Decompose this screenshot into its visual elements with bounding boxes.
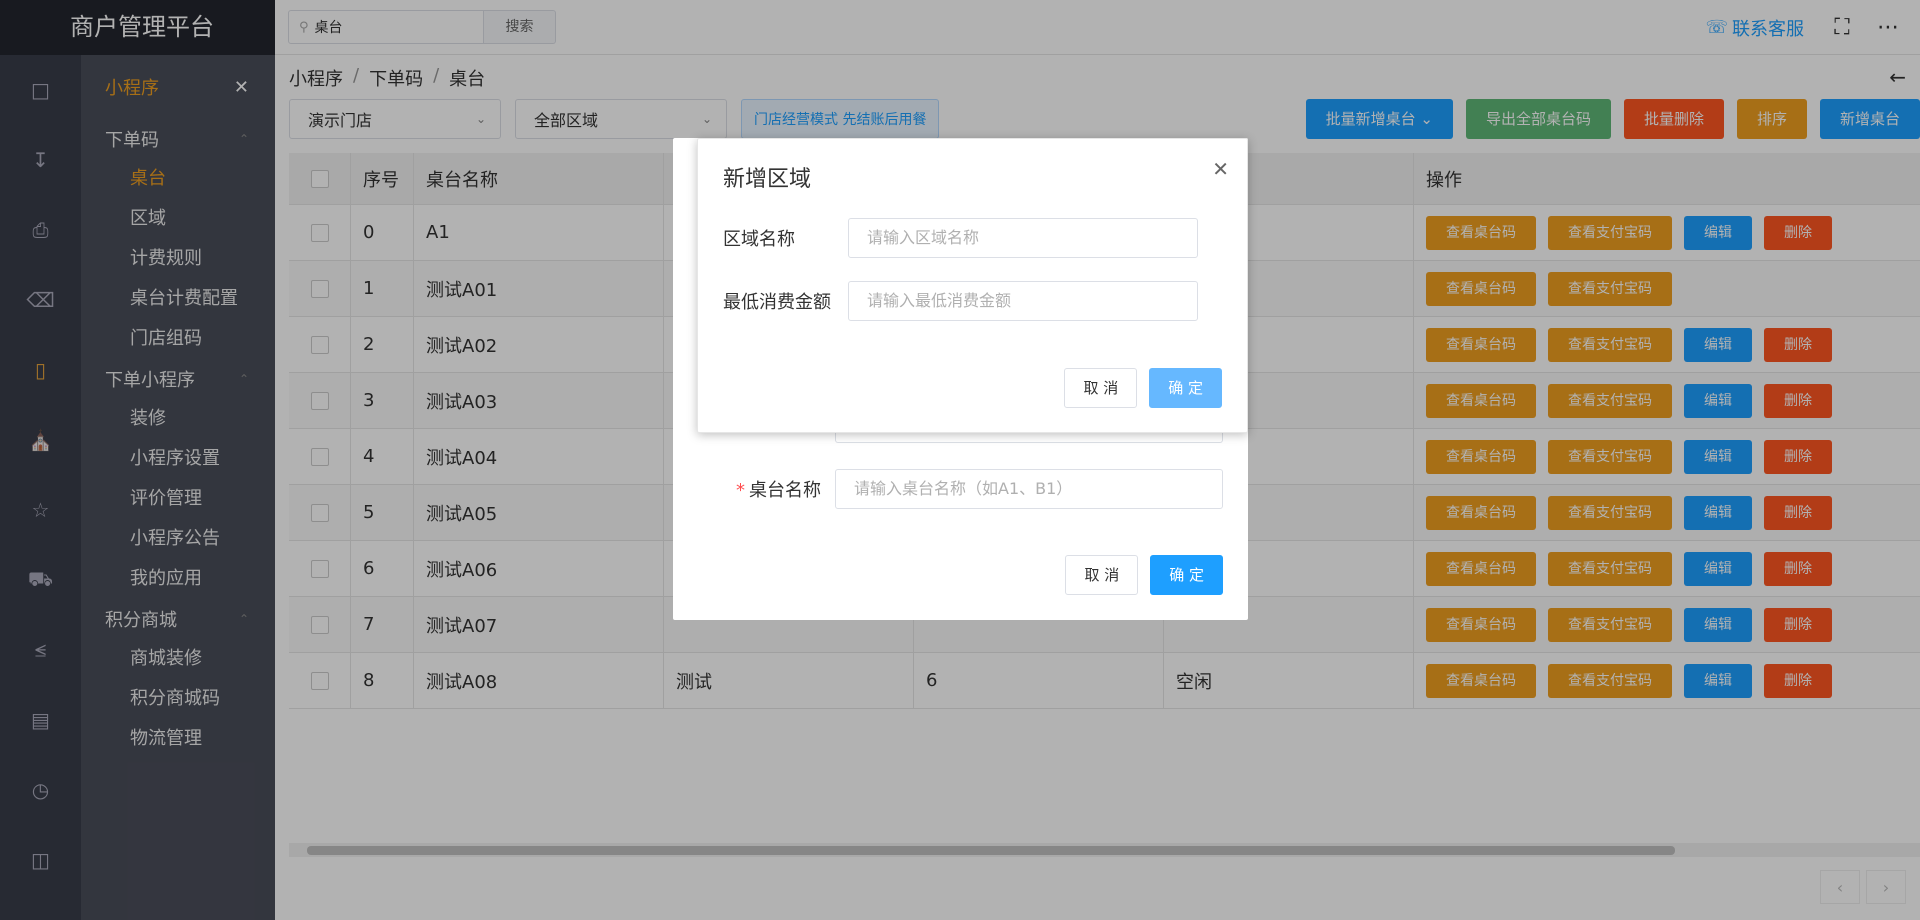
table-name-label: * 桌台名称 (673, 476, 835, 502)
add-table-dialog-buttons: 取 消 确 定 (1053, 555, 1223, 595)
required-mark: * (736, 480, 745, 501)
min-spend-field: 最低消费金额 请输入最低消费金额 (723, 281, 1223, 321)
confirm-button[interactable]: 确 定 (1150, 555, 1223, 595)
area-name-field: 区域名称 请输入区域名称 (723, 218, 1223, 258)
add-area-dialog-buttons: 取 消 确 定 (1052, 368, 1222, 408)
cancel-button[interactable]: 取 消 (1065, 555, 1139, 595)
add-area-dialog: 新增区域 ✕ 区域名称 请输入区域名称 最低消费金额 请输入最低消费金额 取 消… (697, 138, 1248, 433)
close-icon[interactable]: ✕ (1212, 157, 1229, 181)
min-spend-input[interactable]: 请输入最低消费金额 (848, 281, 1198, 321)
min-spend-label: 最低消费金额 (723, 292, 831, 313)
table-name-label-text: 桌台名称 (749, 480, 821, 501)
area-name-label: 区域名称 (723, 229, 795, 250)
dialog-title: 新增区域 (723, 167, 812, 192)
area-name-input[interactable]: 请输入区域名称 (848, 218, 1198, 258)
cancel-button[interactable]: 取 消 (1064, 368, 1138, 408)
table-name-input[interactable]: 请输入桌台名称（如A1、B1） (835, 469, 1223, 509)
table-name-field: * 桌台名称 请输入桌台名称（如A1、B1） (673, 469, 1248, 509)
confirm-button[interactable]: 确 定 (1149, 368, 1222, 408)
